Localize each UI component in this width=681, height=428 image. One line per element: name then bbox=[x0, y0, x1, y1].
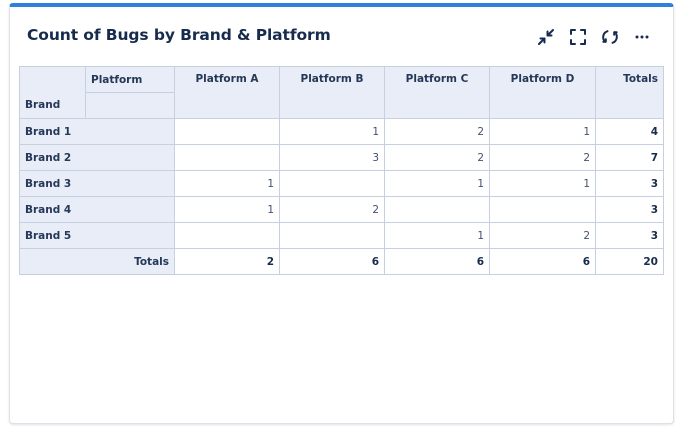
value-cell: 2 bbox=[384, 118, 490, 145]
column-total-cell: 2 bbox=[174, 248, 280, 275]
table-row: Brand 2 3 2 2 7 bbox=[19, 144, 664, 171]
value-cell bbox=[174, 144, 280, 171]
widget-toolbar bbox=[535, 25, 653, 49]
value-cell: 1 bbox=[279, 118, 385, 145]
value-cell: 1 bbox=[174, 170, 280, 197]
minimize-button[interactable] bbox=[535, 26, 557, 48]
more-button[interactable] bbox=[631, 26, 653, 48]
refresh-button[interactable] bbox=[599, 26, 621, 48]
table-row: Brand 3 1 1 1 3 bbox=[19, 170, 664, 197]
header-row: Platform Platform A Platform B Platform … bbox=[19, 66, 664, 119]
column-header[interactable]: Platform B bbox=[279, 66, 385, 119]
row-total-cell: 4 bbox=[595, 118, 664, 145]
row-field-label: Brand bbox=[19, 92, 86, 119]
value-cell: 1 bbox=[174, 196, 280, 223]
value-cell: 2 bbox=[279, 196, 385, 223]
corner-cell bbox=[19, 66, 86, 93]
table-row: Brand 4 1 2 3 bbox=[19, 196, 664, 223]
more-icon bbox=[634, 34, 650, 40]
row-total-cell: 3 bbox=[595, 196, 664, 223]
value-cell: 1 bbox=[384, 222, 490, 249]
value-cell bbox=[489, 196, 596, 223]
value-cell bbox=[174, 118, 280, 145]
value-cell: 3 bbox=[279, 144, 385, 171]
row-total-cell: 3 bbox=[595, 170, 664, 197]
widget-title: Count of Bugs by Brand & Platform bbox=[27, 26, 331, 44]
minimize-icon bbox=[537, 28, 555, 46]
column-header[interactable]: Platform D bbox=[489, 66, 596, 119]
row-label[interactable]: Brand 4 bbox=[19, 196, 175, 223]
widget-card: Count of Bugs by Brand & Platform Platfo… bbox=[9, 3, 674, 424]
grand-total-cell: 20 bbox=[595, 248, 664, 275]
value-cell: 1 bbox=[489, 170, 596, 197]
refresh-icon bbox=[601, 28, 619, 46]
totals-row: Totals 2 6 6 6 20 bbox=[19, 248, 664, 275]
column-header[interactable]: Platform A bbox=[174, 66, 280, 119]
blank-header-cell bbox=[85, 92, 175, 119]
row-total-cell: 7 bbox=[595, 144, 664, 171]
totals-column-header: Totals bbox=[595, 66, 664, 119]
value-cell bbox=[384, 196, 490, 223]
row-label[interactable]: Brand 3 bbox=[19, 170, 175, 197]
column-total-cell: 6 bbox=[489, 248, 596, 275]
table-row: Brand 5 1 2 3 bbox=[19, 222, 664, 249]
pivot-table: Platform Platform A Platform B Platform … bbox=[19, 66, 664, 275]
value-cell: 2 bbox=[489, 222, 596, 249]
row-label[interactable]: Brand 2 bbox=[19, 144, 175, 171]
value-cell bbox=[174, 222, 280, 249]
value-cell: 1 bbox=[489, 118, 596, 145]
column-header[interactable]: Platform C bbox=[384, 66, 490, 119]
row-label[interactable]: Brand 1 bbox=[19, 118, 175, 145]
value-cell bbox=[279, 222, 385, 249]
value-cell: 1 bbox=[384, 170, 490, 197]
value-cell bbox=[279, 170, 385, 197]
fullscreen-button[interactable] bbox=[567, 26, 589, 48]
column-field-label: Platform bbox=[85, 66, 175, 93]
row-total-cell: 3 bbox=[595, 222, 664, 249]
fullscreen-icon bbox=[569, 28, 587, 46]
column-total-cell: 6 bbox=[279, 248, 385, 275]
value-cell: 2 bbox=[489, 144, 596, 171]
column-total-cell: 6 bbox=[384, 248, 490, 275]
value-cell: 2 bbox=[384, 144, 490, 171]
totals-row-label: Totals bbox=[19, 248, 175, 275]
row-label[interactable]: Brand 5 bbox=[19, 222, 175, 249]
table-row: Brand 1 1 2 1 4 bbox=[19, 118, 664, 145]
